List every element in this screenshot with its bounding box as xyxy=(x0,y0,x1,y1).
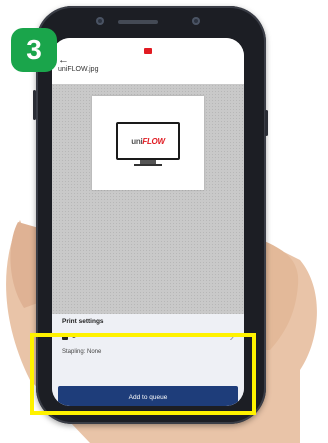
print-settings-title: Print settings xyxy=(62,318,104,325)
phone-speaker xyxy=(118,20,158,24)
highlight-frame xyxy=(30,333,256,415)
back-arrow-icon[interactable]: ← xyxy=(58,54,69,66)
document-preview: uniFLOW xyxy=(52,84,244,314)
app-top-bar: ← uniFLOW.jpg xyxy=(52,54,244,84)
step-badge: 3 xyxy=(11,28,57,72)
file-title: uniFLOW.jpg xyxy=(58,66,99,73)
phone-side-button xyxy=(33,90,36,120)
phone-camera-icon xyxy=(96,17,104,25)
phone-side-button xyxy=(265,110,268,136)
monitor-image: uniFLOW xyxy=(116,122,180,160)
preview-page: uniFLOW xyxy=(92,96,204,190)
uniflow-logo: uniFLOW xyxy=(131,136,165,146)
monitor-base xyxy=(134,164,162,166)
status-bar xyxy=(52,38,244,54)
monitor-screen: uniFLOW xyxy=(118,124,178,158)
phone-sensor-icon xyxy=(192,17,200,25)
